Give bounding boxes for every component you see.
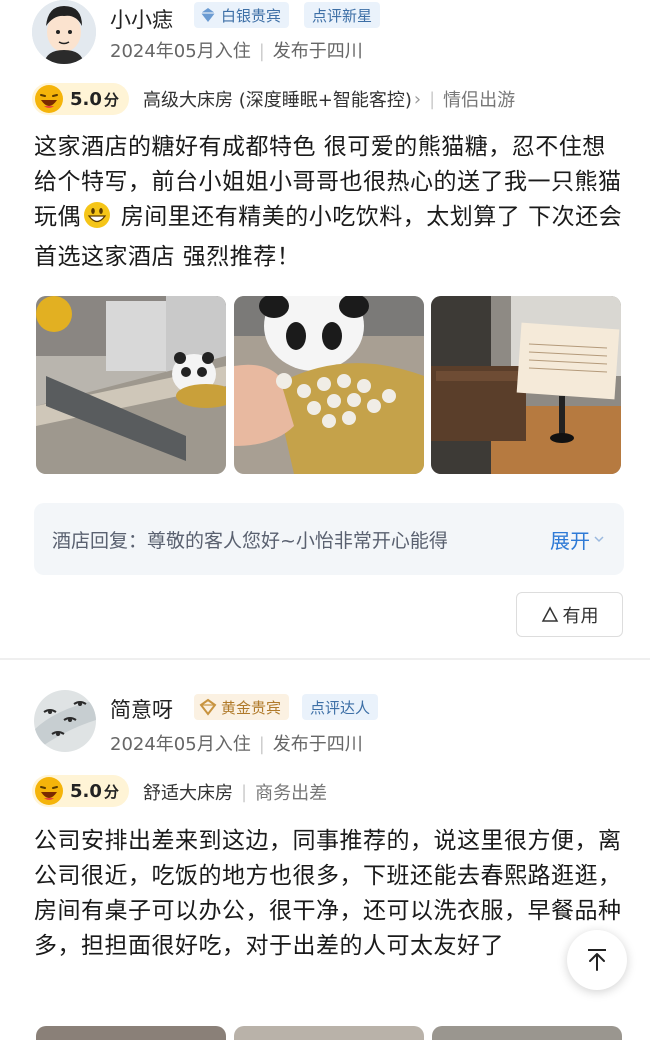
- score-value: 5.0: [70, 780, 102, 802]
- post-location: 发布于四川: [272, 41, 363, 62]
- trip-type: 情侣出游: [443, 90, 516, 111]
- review-photo-3[interactable]: [431, 296, 621, 474]
- member-badge: 白银贵宾: [194, 2, 290, 28]
- thumb-triangle-icon: [541, 605, 558, 622]
- room-type[interactable]: 高级大床房 (深度睡眠+智能客控): [143, 86, 412, 112]
- review-photo-row[interactable]: [36, 1026, 624, 1040]
- member-badge-label: 黄金贵宾: [221, 698, 282, 717]
- score-unit: 分: [103, 782, 119, 801]
- useful-label[interactable]: 有用: [563, 602, 599, 628]
- review-text: 公司安排出差来到这边，同事推荐的，说这里很方便，离公司很近，吃饭的地方也很多，下…: [34, 828, 622, 959]
- back-to-top-button[interactable]: [567, 930, 627, 990]
- chevron-down-icon: [594, 536, 604, 543]
- diamond-icon: [201, 8, 215, 22]
- review-meta: 2024年05月入住 | 发布于四川: [110, 734, 363, 755]
- hotel-reply-label: 酒店回复：: [52, 529, 148, 552]
- username[interactable]: 简意呀: [110, 694, 173, 724]
- laughing-face-icon: [35, 777, 63, 805]
- arrow-up-icon: [588, 949, 606, 971]
- member-badge: 黄金贵宾: [194, 694, 290, 720]
- trip-type: 商务出差: [255, 783, 328, 804]
- review-divider: [0, 658, 650, 660]
- expand-button[interactable]: 展开: [550, 525, 606, 554]
- hotel-reply-text: 尊敬的客人您好~小怡非常开心能得: [147, 529, 448, 552]
- review-photo-1[interactable]: [36, 296, 226, 474]
- avatar[interactable]: [34, 690, 96, 752]
- tag-badge: 点评达人: [302, 694, 379, 720]
- username[interactable]: 小小痣: [110, 4, 173, 34]
- review-photo-2[interactable]: [234, 296, 424, 474]
- score-badge: 5.0 分: [32, 775, 129, 807]
- hotel-reply[interactable]: 酒店回复： 尊敬的客人您好~小怡非常开心能得 展开: [34, 503, 624, 575]
- stay-date: 2024年05月入住: [110, 41, 251, 62]
- score-unit: 分: [103, 90, 119, 109]
- expand-label[interactable]: 展开: [550, 525, 590, 554]
- review-text-part-2: 房间里还有精美的小吃饮料，太划算了 下次还会首选这家酒店 强烈推荐！: [34, 204, 623, 270]
- chevron-right-icon: ›: [413, 88, 422, 110]
- avatar[interactable]: [32, 0, 96, 64]
- room-type[interactable]: 舒适大床房: [143, 779, 233, 805]
- member-badge-label: 白银贵宾: [221, 6, 282, 25]
- score-value: 5.0: [70, 88, 102, 110]
- diamond-icon: [199, 698, 217, 716]
- score-badge: 5.0 分: [32, 83, 129, 115]
- room-info[interactable]: 舒适大床房 | 商务出差: [143, 779, 327, 805]
- post-location: 发布于四川: [272, 734, 363, 755]
- tag-badge: 点评新星: [304, 2, 381, 28]
- review-meta: 2024年05月入住 | 发布于四川: [110, 41, 363, 62]
- room-info[interactable]: 高级大床房 (深度睡眠+智能客控) › | 情侣出游: [143, 86, 515, 112]
- useful-button[interactable]: 有用: [516, 592, 623, 637]
- laughing-face-icon: [35, 85, 63, 113]
- review-text: 这家酒店的糖好有成都特色 很可爱的熊猫糖，忍不住想给个特写，前台小姐姐小哥哥也很…: [34, 130, 624, 275]
- smiley-emoji-icon: [83, 201, 111, 240]
- stay-date: 2024年05月入住: [110, 734, 251, 755]
